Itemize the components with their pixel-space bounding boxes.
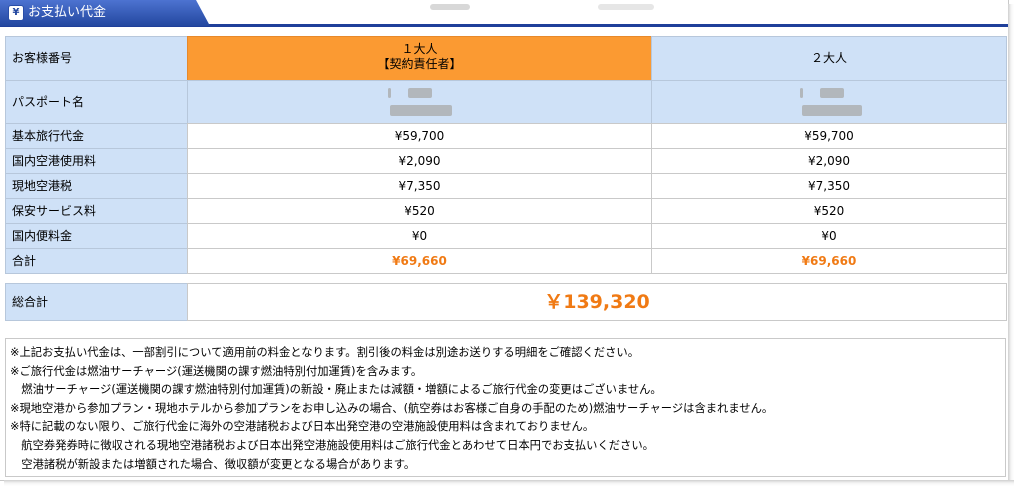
redacted-text: [388, 88, 391, 98]
passenger-1-header: １大人 【契約責任者】: [187, 36, 652, 81]
row-label-domestic-flight-fee: 国内便料金: [5, 223, 188, 249]
note-line: 空港諸税が新設または増額された場合、徴収額が変更となる場合があります。: [10, 457, 416, 471]
note-line: 燃油サーチャージ(運送機関の課す燃油特別付加運賃)の新設・廃止または減額・増額に…: [10, 383, 662, 397]
blurred-text: [598, 4, 654, 10]
passenger-2-basic-fare: ¥59,700: [651, 123, 1007, 149]
passenger-1-domestic-airport-fee: ¥2,090: [187, 148, 652, 174]
passenger-1-local-airport-tax: ¥7,350: [187, 173, 652, 199]
panel-shadow: [1008, 4, 1014, 484]
customer-number-label: お客様番号: [5, 36, 188, 81]
row-label-basic-fare: 基本旅行代金: [5, 123, 188, 149]
grand-total-amount: ￥139,320: [187, 283, 1007, 321]
passenger-1-passport-name: [187, 80, 652, 124]
row-label-local-airport-tax: 現地空港税: [5, 173, 188, 199]
redacted-text: [390, 105, 452, 116]
note-line: ※特に記載のない限り、ご旅行代金に海外の空港諸税および日本出発空港の空港施設使用…: [10, 420, 595, 434]
yen-icon: ¥: [8, 5, 24, 21]
passenger-1-security-fee: ¥520: [187, 198, 652, 224]
passenger-2-local-airport-tax: ¥7,350: [651, 173, 1007, 199]
row-label-subtotal: 合計: [5, 248, 188, 274]
row-label-domestic-airport-fee: 国内空港使用料: [5, 148, 188, 174]
passenger-1-role: 【契約責任者】: [377, 57, 462, 71]
payment-panel: ¥ お支払い代金 お客様番号 １大人 【契約責任者】 ２大人 パスポート名 基本…: [0, 0, 1009, 481]
section-header-tab: ¥ お支払い代金: [0, 0, 210, 26]
redacted-text: [800, 88, 803, 98]
redacted-text: [408, 88, 432, 98]
passenger-2-domestic-airport-fee: ¥2,090: [651, 148, 1007, 174]
passport-name-label: パスポート名: [5, 80, 188, 124]
passenger-2-security-fee: ¥520: [651, 198, 1007, 224]
passenger-2-subtotal: ¥69,660: [651, 248, 1007, 274]
passenger-1-basic-fare: ¥59,700: [187, 123, 652, 149]
grand-total-label: 総合計: [5, 283, 188, 321]
note-line: ※上記お支払い代金は、一部割引について適用前の料金となります。割引後の料金は別途…: [10, 346, 639, 359]
passenger-2-domestic-flight-fee: ¥0: [651, 223, 1007, 249]
passenger-1-domestic-flight-fee: ¥0: [187, 223, 652, 249]
row-label-security-fee: 保安サービス料: [5, 198, 188, 224]
passenger-1-number: １大人: [401, 42, 438, 56]
passenger-1-subtotal: ¥69,660: [187, 248, 652, 274]
note-line: ※ご旅行代金は燃油サーチャージ(運送機関の課す燃油特別付加運賃)を含みます。: [10, 364, 423, 378]
note-line: ※現地空港から参加プラン・現地ホテルから参加プランをお申し込みの場合、(航空券は…: [10, 401, 774, 415]
blurred-text: [430, 4, 470, 10]
payment-notes: ※上記お支払い代金は、一部割引について適用前の料金となります。割引後の料金は別途…: [5, 338, 1006, 477]
redacted-text: [820, 88, 844, 98]
passenger-2-header: ２大人: [651, 36, 1007, 81]
redacted-text: [802, 105, 862, 116]
note-line: 航空券発券時に徴収される現地空港諸税および日本出発空港施設使用料はご旅行代金とあ…: [10, 438, 654, 452]
panel-shadow: [4, 480, 1014, 486]
section-title: お支払い代金: [28, 5, 107, 20]
passenger-2-passport-name: [651, 80, 1007, 124]
